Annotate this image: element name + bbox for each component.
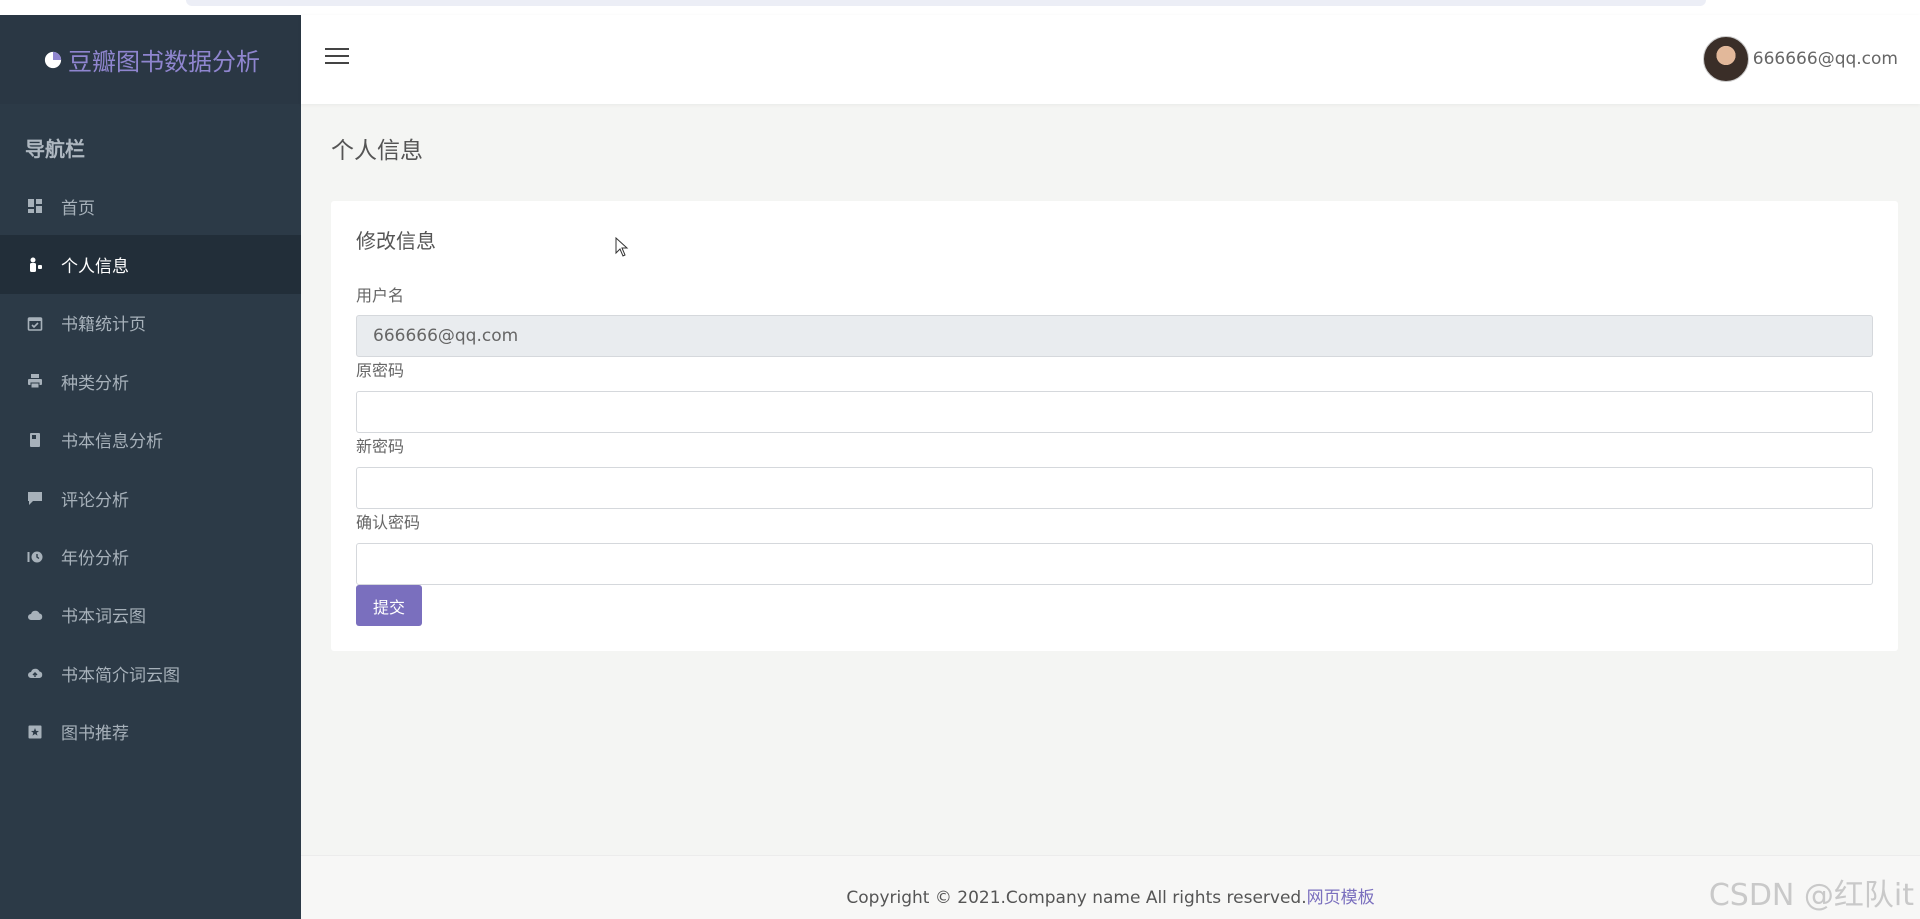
comment-icon <box>27 490 43 506</box>
dashboard-icon <box>27 198 43 214</box>
user-menu[interactable]: 666666@qq.com <box>1702 36 1898 82</box>
sidebar-item-home[interactable]: 首页 <box>0 177 301 235</box>
sidebar-item-label: 种类分析 <box>61 373 129 394</box>
old-password-field[interactable] <box>356 391 1873 433</box>
submit-button[interactable]: 提交 <box>356 585 422 626</box>
watermark: CSDN @红队it <box>1708 878 1914 913</box>
star-box-icon <box>27 724 43 740</box>
mouse-cursor-icon <box>615 237 629 257</box>
sidebar-item-category-analysis[interactable]: 种类分析 <box>0 352 301 410</box>
browser-top-strip <box>0 0 1920 15</box>
app-title: 豆瓣图书数据分析 <box>68 48 260 76</box>
brand[interactable]: 豆瓣图书数据分析 <box>0 15 301 104</box>
footer: Copyright © 2021.Company name All rights… <box>301 855 1920 919</box>
sidebar-item-summary-wordcloud[interactable]: 书本简介词云图 <box>0 644 301 702</box>
pie-chart-icon <box>44 51 62 68</box>
sidebar-item-comment-analysis[interactable]: 评论分析 <box>0 469 301 527</box>
sidebar-nav: 首页 个人信息 书籍统计页 种类分析 书本信息分析 评论分析 年份分析 书本词云… <box>0 177 301 761</box>
confirm-password-field[interactable] <box>356 543 1873 585</box>
sidebar-item-book-info-analysis[interactable]: 书本信息分析 <box>0 411 301 469</box>
book-icon <box>27 432 43 448</box>
user-email: 666666@qq.com <box>1752 49 1898 69</box>
sidebar-item-label: 图书推荐 <box>61 724 129 745</box>
username-field[interactable] <box>356 315 1873 357</box>
sidebar-item-book-recommend[interactable]: 图书推荐 <box>0 703 301 761</box>
sidebar: 豆瓣图书数据分析 导航栏 首页 个人信息 书籍统计页 种类分析 书本信息分析 评… <box>0 15 301 919</box>
history-icon <box>27 549 43 565</box>
sidebar-item-label: 首页 <box>61 198 95 219</box>
page-title: 个人信息 <box>331 138 423 164</box>
sidebar-item-label: 评论分析 <box>61 490 129 511</box>
username-label: 用户名 <box>356 286 405 305</box>
avatar[interactable] <box>1702 36 1749 82</box>
cloud-upload-icon <box>27 665 43 681</box>
new-password-label: 新密码 <box>356 437 405 456</box>
confirm-password-label: 确认密码 <box>356 513 421 532</box>
nav-heading: 导航栏 <box>25 137 85 161</box>
sidebar-item-book-wordcloud[interactable]: 书本词云图 <box>0 586 301 644</box>
menu-toggle-icon[interactable] <box>325 48 349 68</box>
new-password-field[interactable] <box>356 467 1873 509</box>
sidebar-item-book-stats[interactable]: 书籍统计页 <box>0 294 301 352</box>
old-password-label: 原密码 <box>356 361 405 380</box>
address-bar-edge <box>186 0 1706 6</box>
sidebar-item-label: 书本词云图 <box>61 607 146 628</box>
sidebar-item-year-analysis[interactable]: 年份分析 <box>0 527 301 585</box>
card-title: 修改信息 <box>356 229 436 253</box>
sidebar-item-label: 书本信息分析 <box>61 432 163 453</box>
sidebar-item-label: 书本简介词云图 <box>61 665 180 686</box>
cloud-icon <box>27 607 43 623</box>
sidebar-item-label: 年份分析 <box>61 549 129 570</box>
copyright-text: Copyright © 2021.Company name All rights… <box>846 888 1307 908</box>
top-header: 666666@qq.com <box>301 15 1920 104</box>
sidebar-item-label: 个人信息 <box>61 257 129 278</box>
footer-link[interactable]: 网页模板 <box>1307 888 1375 908</box>
edit-profile-card: 修改信息 用户名 原密码 新密码 确认密码 提交 <box>331 201 1898 651</box>
sidebar-item-label: 书籍统计页 <box>61 315 146 336</box>
sidebar-item-profile[interactable]: 个人信息 <box>0 235 301 294</box>
user-icon <box>27 257 43 273</box>
calendar-check-icon <box>27 315 43 331</box>
printer-icon <box>27 373 43 389</box>
footer-text: Copyright © 2021.Company name All rights… <box>846 883 1374 908</box>
